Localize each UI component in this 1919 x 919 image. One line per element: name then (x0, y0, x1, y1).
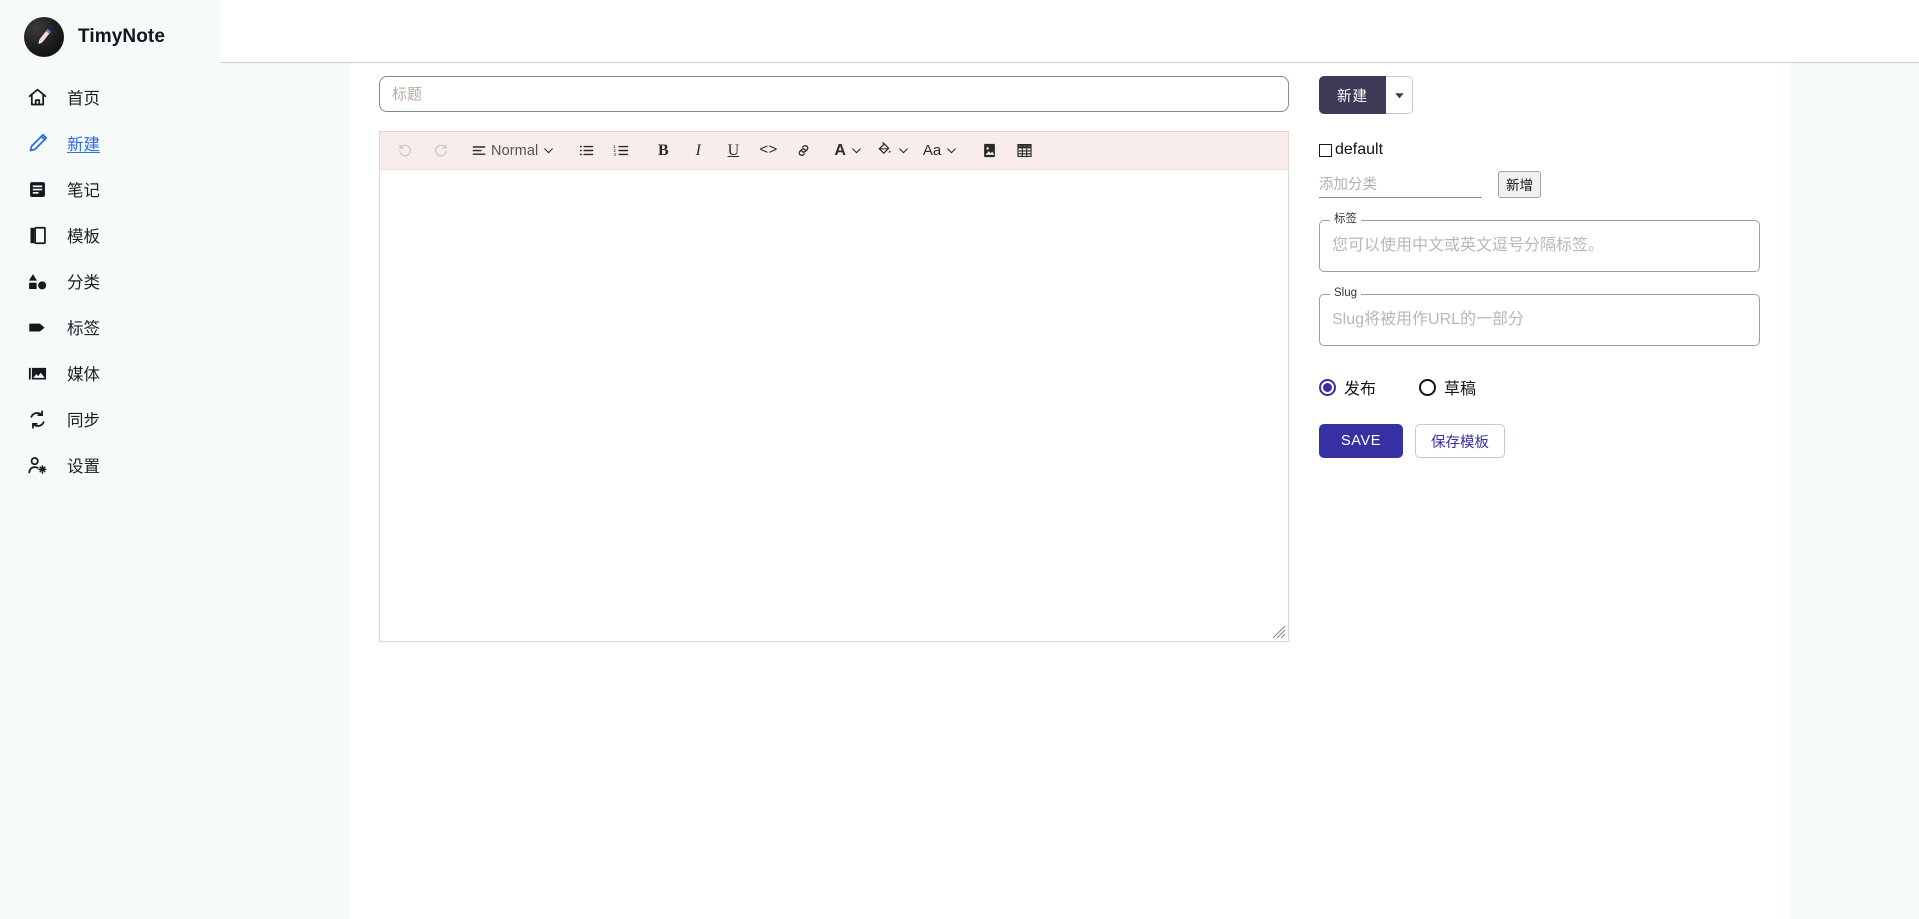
checkbox-box[interactable] (1319, 144, 1332, 157)
fill-color-icon (876, 140, 893, 162)
sidebar-item-sync[interactable]: 同步 (0, 396, 220, 442)
new-button-group: 新建 (1319, 76, 1760, 114)
note-title-input[interactable] (379, 76, 1289, 112)
category-checkbox-default[interactable]: default (1319, 141, 1760, 159)
rich-text-editor: Normal (379, 131, 1289, 642)
undo-icon[interactable] (392, 138, 418, 164)
radio-dot[interactable] (1419, 379, 1436, 396)
publish-status-radio-group: 发布 草稿 (1319, 375, 1760, 399)
tags-field: 标签 (1319, 220, 1760, 272)
top-header-bar (220, 0, 1919, 63)
slug-input[interactable] (1319, 294, 1760, 346)
sidebar-item-settings[interactable]: 设置 (0, 442, 220, 488)
svg-text:3: 3 (613, 152, 616, 157)
save-template-button[interactable]: 保存模板 (1415, 424, 1505, 458)
chevron-down-icon (850, 144, 863, 157)
sidebar-item-label: 首页 (67, 85, 100, 109)
app-root: TimyNote 首页 新建 (0, 0, 1919, 919)
main-content: Normal (350, 63, 1790, 919)
sidebar-item-label: 设置 (67, 453, 100, 477)
pencil-in-circle-icon (24, 17, 64, 57)
text-color-picker[interactable]: A (832, 142, 865, 160)
insert-image-icon[interactable] (976, 138, 1002, 164)
new-button-dropdown[interactable] (1386, 76, 1413, 114)
radio-draft[interactable]: 草稿 (1419, 375, 1476, 399)
sidebar: TimyNote 首页 新建 (0, 0, 220, 919)
text-color-label: A (834, 142, 846, 160)
save-button[interactable]: SAVE (1319, 424, 1403, 458)
chevron-down-icon (542, 144, 555, 157)
sidebar-item-label: 媒体 (67, 361, 100, 385)
radio-draft-label: 草稿 (1444, 375, 1476, 399)
background-color-picker[interactable] (874, 140, 912, 162)
sidebar-item-tags[interactable]: 标签 (0, 304, 220, 350)
bullet-list-icon[interactable] (573, 138, 599, 164)
chevron-down-icon (897, 144, 910, 157)
header-format-picker[interactable]: Normal (469, 143, 557, 159)
save-actions: SAVE 保存模板 (1319, 424, 1760, 458)
category-block: default 新增 (1319, 141, 1760, 198)
sidebar-item-new[interactable]: 新建 (0, 120, 220, 166)
note-meta-panel: 新建 default 新增 标签 (1319, 76, 1760, 458)
copy-icon (26, 224, 48, 246)
sidebar-item-label: 笔记 (67, 177, 100, 201)
redo-icon[interactable] (427, 138, 453, 164)
italic-button[interactable]: I (685, 138, 711, 164)
chevron-down-icon (1394, 90, 1405, 101)
ordered-list-icon[interactable]: 1 2 3 (608, 138, 634, 164)
header-format-label: Normal (491, 143, 538, 159)
radio-dot[interactable] (1319, 379, 1336, 396)
note-icon (26, 178, 48, 200)
shapes-icon (26, 270, 48, 292)
sidebar-item-notes[interactable]: 笔记 (0, 166, 220, 212)
note-body-editor[interactable] (380, 170, 1288, 641)
underline-button[interactable]: U (720, 138, 746, 164)
note-editor-column: Normal (379, 76, 1289, 642)
sync-icon (26, 408, 48, 430)
sidebar-item-label: 模板 (67, 223, 100, 247)
home-icon (26, 86, 48, 108)
editor-resize-handle[interactable] (1272, 625, 1286, 639)
image-icon (26, 362, 48, 384)
sidebar-nav: 首页 新建 笔记 (0, 74, 220, 488)
sidebar-item-label: 新建 (67, 131, 100, 155)
link-icon[interactable] (790, 138, 816, 164)
sidebar-item-categories[interactable]: 分类 (0, 258, 220, 304)
radio-publish[interactable]: 发布 (1319, 375, 1376, 399)
radio-publish-label: 发布 (1344, 375, 1376, 399)
sidebar-item-home[interactable]: 首页 (0, 74, 220, 120)
category-label: default (1335, 141, 1383, 159)
insert-table-icon[interactable] (1011, 138, 1037, 164)
font-size-label: Aa (923, 142, 941, 159)
chevron-down-icon (945, 144, 958, 157)
brand[interactable]: TimyNote (0, 0, 220, 64)
user-gear-icon (26, 454, 48, 476)
sidebar-item-label: 分类 (67, 269, 100, 293)
font-size-picker[interactable]: Aa (921, 142, 960, 159)
sidebar-item-label: 同步 (67, 407, 100, 431)
bold-button[interactable]: B (650, 138, 676, 164)
pencil-icon (26, 132, 48, 154)
sidebar-item-media[interactable]: 媒体 (0, 350, 220, 396)
tags-input[interactable] (1319, 220, 1760, 272)
new-button[interactable]: 新建 (1319, 76, 1386, 114)
slug-field: Slug (1319, 294, 1760, 346)
add-category-input[interactable] (1319, 175, 1482, 198)
add-category-button[interactable]: 新增 (1498, 171, 1541, 198)
brand-name: TimyNote (78, 26, 165, 48)
tag-icon (26, 316, 48, 338)
code-button[interactable]: <> (755, 138, 781, 164)
sidebar-item-templates[interactable]: 模板 (0, 212, 220, 258)
editor-toolbar: Normal (380, 132, 1288, 170)
add-category-row: 新增 (1319, 171, 1760, 198)
sidebar-item-label: 标签 (67, 315, 100, 339)
